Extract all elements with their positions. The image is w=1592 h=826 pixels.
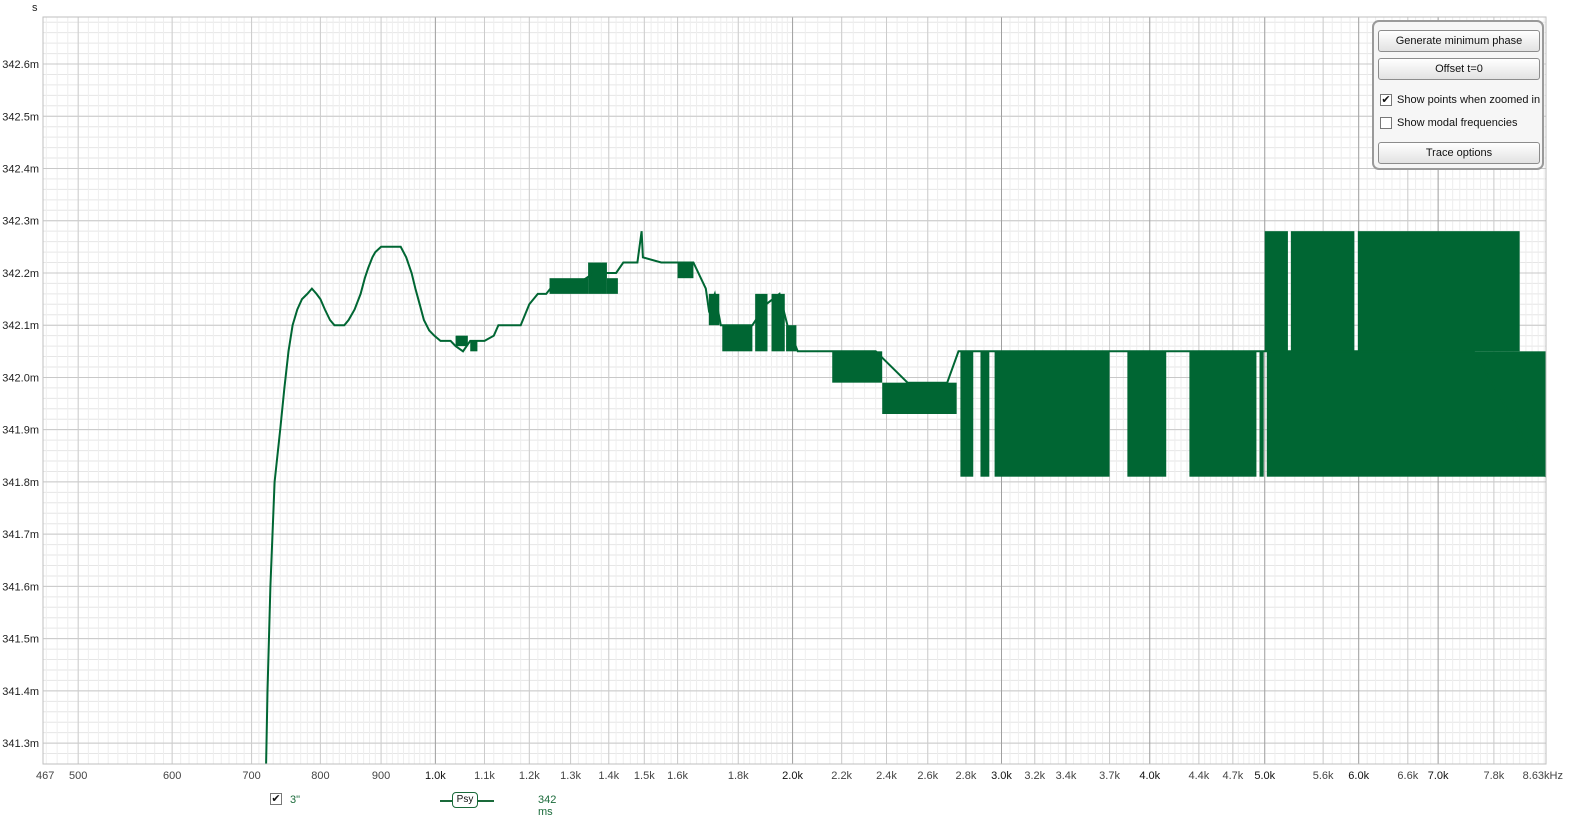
trace-dense-band [1357, 231, 1520, 352]
trace-dense-band [1266, 351, 1546, 477]
x-tick-label: 3.2k [1024, 770, 1045, 782]
x-tick-label: 5.6k [1313, 770, 1334, 782]
trace-dense-band [588, 262, 607, 294]
y-tick-label: 342.5m [2, 111, 39, 123]
trace-dense-band [960, 351, 974, 477]
y-tick-label: 341.8m [2, 477, 39, 489]
y-axis-unit: s [32, 2, 38, 14]
x-tick-label: 2.2k [831, 770, 852, 782]
trace-options-button[interactable]: Trace options [1378, 142, 1540, 164]
x-tick-label: 3.7k [1099, 770, 1120, 782]
y-tick-label: 342.2m [2, 268, 39, 280]
x-tick-label: 1.0k [425, 770, 446, 782]
x-tick-label: 800 [311, 770, 329, 782]
trace-dense-band [1189, 351, 1257, 477]
trace-dense-band [882, 382, 957, 415]
checkbox-box[interactable] [1380, 117, 1392, 129]
trace-dense-band [606, 278, 618, 294]
trace-dense-band [1264, 231, 1288, 352]
x-tick-label: 6.6k [1397, 770, 1418, 782]
x-tick-label: 3.4k [1056, 770, 1077, 782]
x-tick-label: 900 [372, 770, 390, 782]
show-modal-checkbox[interactable]: Show modal frequencies [1380, 117, 1517, 129]
x-tick-label: 7.8k [1483, 770, 1504, 782]
trace-dense-band [832, 351, 883, 383]
legend-trace-name: 3" [290, 794, 301, 806]
checkbox-box[interactable]: ✔ [1380, 94, 1392, 106]
graph-controls-panel: Generate minimum phase Offset t=0 ✔ Show… [1372, 20, 1544, 170]
show-points-checkbox[interactable]: ✔ Show points when zoomed in [1380, 94, 1540, 106]
y-tick-label: 341.7m [2, 529, 39, 541]
x-tick-label: 8.63kHz [1523, 770, 1563, 782]
trace-dense-band [994, 351, 1110, 477]
x-tick-label: 1.6k [667, 770, 688, 782]
y-tick-label: 342.3m [2, 216, 39, 228]
y-axis-labels: 342.6m 342.5m 342.4m 342.3m 342.2m 342.1m 342.… [2, 59, 39, 750]
trace-dense-band [980, 351, 990, 477]
x-tick-label: 1.4k [598, 770, 619, 782]
x-tick-label: 600 [163, 770, 181, 782]
y-tick-label: 341.4m [2, 686, 39, 698]
y-tick-label: 341.3m [2, 738, 39, 750]
trace-dense-band [786, 325, 797, 352]
y-tick-label: 342.0m [2, 372, 39, 384]
trace-dense-band [755, 293, 768, 352]
show-modal-label: Show modal frequencies [1397, 117, 1518, 129]
x-tick-label: 1.8k [728, 770, 749, 782]
trace-dense-band [1290, 231, 1355, 352]
trace-dense-band [1259, 351, 1264, 477]
trace-dense-band [722, 325, 753, 352]
trace-dense-band [1127, 351, 1167, 477]
y-tick-label: 342.6m [2, 59, 39, 71]
x-tick-label: 700 [242, 770, 260, 782]
x-tick-label: 2.4k [876, 770, 897, 782]
y-tick-label: 341.9m [2, 425, 39, 437]
y-tick-label: 342.1m [2, 320, 39, 332]
legend-smoothing-tag[interactable]: Psy [452, 792, 478, 808]
x-tick-label: 467 [36, 770, 54, 782]
x-tick-label: 2.8k [956, 770, 977, 782]
x-tick-label: 7.0k [1428, 770, 1449, 782]
x-tick-label: 2.6k [917, 770, 938, 782]
x-tick-label: 4.7k [1222, 770, 1243, 782]
x-tick-label: 5.0k [1254, 770, 1275, 782]
trace-dense-band [470, 340, 478, 352]
trace-dense-band [677, 262, 694, 279]
trace-dense-band [771, 293, 785, 352]
x-tick-label: 1.3k [560, 770, 581, 782]
x-tick-label: 500 [69, 770, 87, 782]
trace-dense-band [455, 335, 468, 347]
legend-trace-checkbox[interactable]: ✔ [270, 793, 282, 805]
x-tick-label: 1.5k [634, 770, 655, 782]
x-axis-labels: 467 500 600 700 800 900 1.0k 1.1k 1.2k 1.3k 1.4k 1.… [36, 770, 1563, 782]
x-tick-label: 4.4k [1188, 770, 1209, 782]
x-tick-label: 1.1k [474, 770, 495, 782]
legend-value: 342 ms [538, 794, 557, 818]
generate-minimum-phase-button[interactable]: Generate minimum phase [1378, 30, 1540, 52]
x-tick-label: 1.2k [519, 770, 540, 782]
y-tick-label: 341.5m [2, 634, 39, 646]
x-tick-label: 6.0k [1348, 770, 1369, 782]
x-tick-label: 3.0k [991, 770, 1012, 782]
y-tick-label: 341.6m [2, 581, 39, 593]
group-delay-chart: 342.6m 342.5m 342.4m 342.3m 342.2m 342.1m 342.… [2, 16, 1563, 782]
offset-t0-button[interactable]: Offset t=0 [1378, 58, 1540, 80]
x-tick-label: 4.0k [1139, 770, 1160, 782]
show-points-label: Show points when zoomed in [1397, 94, 1541, 106]
x-tick-label: 2.0k [782, 770, 803, 782]
y-tick-label: 342.4m [2, 163, 39, 175]
